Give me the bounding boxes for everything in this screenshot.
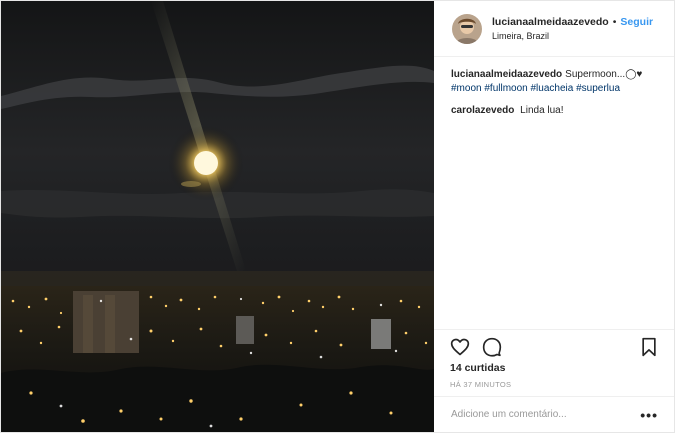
post-photo[interactable] [1,1,434,432]
list-item: carolazevedo Linda lua! [451,104,658,118]
header-line: lucianaalmeidaazevedo • Seguir [492,16,653,28]
comment-text: Linda lua! [520,105,564,116]
instagram-post: lucianaalmeidaazevedo • Seguir Limeira, … [0,0,675,433]
caption-text: Supermoon...◯♥ [565,69,643,80]
timestamp[interactable]: HÁ 37 MINUTOS [450,380,658,389]
hashtag-link[interactable]: #superlua [576,83,620,94]
header-separator: • [612,16,617,28]
header-username[interactable]: lucianaalmeidaazevedo [492,16,609,28]
caption-username[interactable]: lucianaalmeidaazevedo [451,69,562,80]
add-comment-bar: ••• [434,396,674,432]
comments-section: lucianaalmeidaazevedo Supermoon...◯♥ #moo… [434,57,674,118]
hashtag-link[interactable]: #luacheia [531,83,574,94]
actions-bar: 14 curtidas HÁ 37 MINUTOS [434,329,674,389]
likes-count[interactable]: 14 curtidas [450,362,658,374]
post-sidebar: lucianaalmeidaazevedo • Seguir Limeira, … [434,1,674,432]
comment-username[interactable]: carolazevedo [451,105,514,116]
more-options-icon[interactable]: ••• [640,407,658,423]
caption: lucianaalmeidaazevedo Supermoon...◯♥ #moo… [451,68,658,96]
location-link[interactable]: Limeira, Brazil [492,31,653,41]
night-city-moon-image [1,1,434,432]
heart-icon[interactable] [450,337,470,357]
comment-icon[interactable] [482,337,502,357]
hashtag-link[interactable]: #fullmoon [484,83,527,94]
header-text: lucianaalmeidaazevedo • Seguir Limeira, … [492,16,653,41]
post-header: lucianaalmeidaazevedo • Seguir Limeira, … [434,1,674,57]
action-icons [450,336,658,358]
hashtag-link[interactable]: #moon [451,83,482,94]
follow-button[interactable]: Seguir [620,16,653,28]
bookmark-icon[interactable] [640,337,658,357]
avatar-image [452,13,482,44]
comment-input[interactable] [451,409,641,420]
avatar[interactable] [452,13,482,44]
